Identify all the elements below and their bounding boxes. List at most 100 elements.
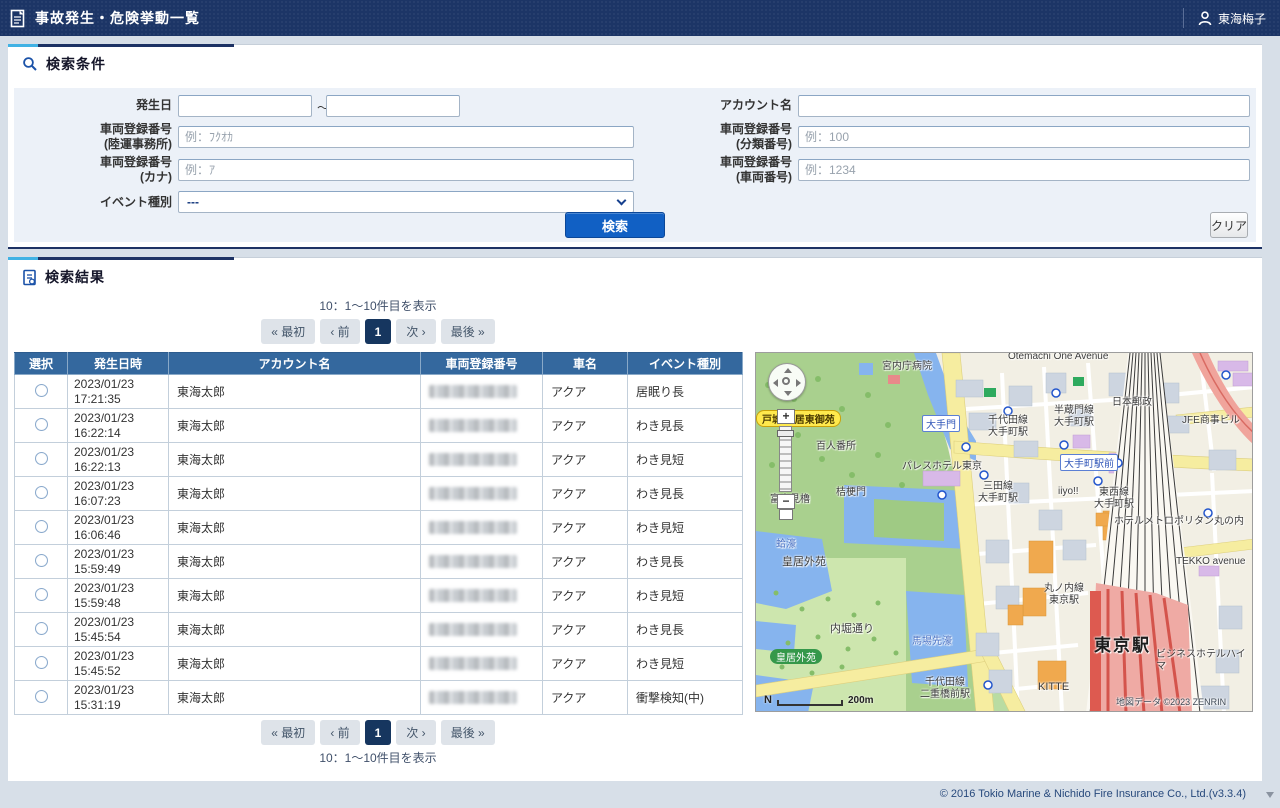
row-select-radio[interactable] bbox=[35, 384, 48, 397]
zoom-in-button[interactable]: + bbox=[777, 409, 795, 424]
map-zoom-control: + − bbox=[777, 409, 795, 520]
search-results-panel: 検索結果 10：1～10件目を表示 « 最初 ‹ 前 1 次 › 最後 » 選択… bbox=[8, 257, 1262, 781]
map-label: JFE商事ビル bbox=[1182, 415, 1240, 427]
row-select-radio[interactable] bbox=[35, 656, 48, 669]
pager-first-button[interactable]: « 最初 bbox=[261, 319, 315, 344]
zoom-out-button[interactable]: − bbox=[777, 494, 795, 509]
registration-kana-input[interactable] bbox=[178, 159, 634, 181]
map-label-imperial-east-garden: 戸城 皇居東御苑 bbox=[756, 410, 841, 427]
row-time: 15:45:52 bbox=[68, 664, 168, 679]
copyright-text: © 2016 Tokio Marine & Nichido Fire Insur… bbox=[940, 788, 1246, 800]
pan-up-arrow[interactable] bbox=[784, 368, 792, 373]
registration-office-input[interactable] bbox=[178, 126, 634, 148]
clear-button[interactable]: クリア bbox=[1210, 212, 1248, 238]
col-header-car: 車名 bbox=[543, 353, 628, 375]
row-car: アクア bbox=[543, 443, 628, 477]
row-account: 東海太郎 bbox=[169, 443, 421, 477]
map-label: 百人番所 bbox=[816, 441, 856, 453]
app-header: 事故発生・危険挙動一覧 東海梅子 bbox=[0, 0, 1280, 36]
label-registration-office: 車両登録番号 (陸運事務所) bbox=[54, 122, 172, 152]
map-label: 宮内庁病院 bbox=[882, 361, 932, 373]
pager-last-button[interactable]: 最後 » bbox=[441, 319, 495, 344]
pager-prev-button[interactable]: ‹ 前 bbox=[320, 720, 359, 745]
label-occurrence-date: 発生日 bbox=[54, 98, 172, 113]
col-header-registration: 車両登録番号 bbox=[421, 353, 543, 375]
scale-line bbox=[777, 700, 843, 706]
row-time: 16:22:13 bbox=[68, 460, 168, 475]
row-select-radio[interactable] bbox=[35, 418, 48, 431]
row-select-radio[interactable] bbox=[35, 622, 48, 635]
row-time: 15:31:19 bbox=[68, 698, 168, 713]
row-car: アクア bbox=[543, 409, 628, 443]
map-label: Otemachi One Avenue bbox=[1008, 352, 1108, 363]
row-time: 15:45:54 bbox=[68, 630, 168, 645]
chevron-down-icon bbox=[617, 196, 627, 206]
row-select-radio[interactable] bbox=[35, 588, 48, 601]
user-menu[interactable]: 東海梅子 bbox=[1183, 0, 1266, 36]
pager-prev-button[interactable]: ‹ 前 bbox=[320, 319, 359, 344]
pan-right-arrow[interactable] bbox=[796, 379, 801, 387]
table-row: 2023/01/2316:07:23 東海太郎 アクア わき見長 bbox=[15, 477, 743, 511]
table-header-row: 選択 発生日時 アカウント名 車両登録番号 車名 イベント種別 bbox=[15, 353, 743, 375]
table-row: 2023/01/2315:59:48 東海太郎 アクア わき見短 bbox=[15, 579, 743, 613]
pan-down-arrow[interactable] bbox=[784, 391, 792, 396]
row-select-radio[interactable] bbox=[35, 520, 48, 533]
zoom-reset-button[interactable] bbox=[779, 509, 793, 520]
col-header-event: イベント種別 bbox=[628, 353, 743, 375]
date-to-input[interactable] bbox=[326, 95, 460, 117]
row-time: 16:07:23 bbox=[68, 494, 168, 509]
north-indicator: N bbox=[764, 694, 772, 706]
map-label: 蛤濠 bbox=[776, 539, 796, 551]
row-date: 2023/01/23 bbox=[68, 683, 168, 698]
map-label-otemon: 大手門 bbox=[922, 415, 960, 432]
map-label: ホテルメトロポリタン丸の内 bbox=[1114, 516, 1244, 528]
row-car: アクア bbox=[543, 613, 628, 647]
zoom-slider-handle[interactable] bbox=[777, 430, 794, 437]
row-car: アクア bbox=[543, 477, 628, 511]
row-select-radio[interactable] bbox=[35, 452, 48, 465]
row-date: 2023/01/23 bbox=[68, 479, 168, 494]
pager-last-button[interactable]: 最後 » bbox=[441, 720, 495, 745]
row-time: 16:22:14 bbox=[68, 426, 168, 441]
map-label: iiyo!! bbox=[1058, 486, 1079, 498]
registration-redacted bbox=[429, 589, 517, 602]
registration-redacted bbox=[429, 691, 517, 704]
registration-number-input[interactable] bbox=[798, 159, 1250, 181]
row-account: 東海太郎 bbox=[169, 647, 421, 681]
row-time: 15:59:49 bbox=[68, 562, 168, 577]
search-button[interactable]: 検索 bbox=[565, 212, 665, 238]
event-type-selected-value: --- bbox=[187, 195, 199, 209]
row-select-radio[interactable] bbox=[35, 690, 48, 703]
row-account: 東海太郎 bbox=[169, 511, 421, 545]
map-label-tokyo-station: 東京駅 bbox=[1094, 636, 1151, 656]
results-table: 選択 発生日時 アカウント名 車両登録番号 車名 イベント種別 2023/01/… bbox=[14, 352, 743, 715]
table-row: 2023/01/2316:22:13 東海太郎 アクア わき見短 bbox=[15, 443, 743, 477]
row-event: わき見短 bbox=[628, 443, 743, 477]
date-from-input[interactable] bbox=[178, 95, 312, 117]
row-date: 2023/01/23 bbox=[68, 615, 168, 630]
row-account: 東海太郎 bbox=[169, 681, 421, 715]
pager-next-button[interactable]: 次 › bbox=[396, 720, 435, 745]
map-label: 日本郵政 bbox=[1112, 397, 1152, 409]
table-row: 2023/01/2315:59:49 東海太郎 アクア わき見長 bbox=[15, 545, 743, 579]
pager-page-1-button[interactable]: 1 bbox=[365, 720, 392, 745]
registration-class-input[interactable] bbox=[798, 126, 1250, 148]
scrollbar-down-arrow[interactable] bbox=[1266, 792, 1274, 798]
row-select-radio[interactable] bbox=[35, 486, 48, 499]
pan-left-arrow[interactable] bbox=[773, 379, 778, 387]
registration-redacted bbox=[429, 657, 517, 670]
zoom-slider-track[interactable] bbox=[779, 426, 792, 492]
pager-next-button[interactable]: 次 › bbox=[396, 319, 435, 344]
pan-center-button[interactable] bbox=[782, 377, 790, 385]
pager-page-1-button[interactable]: 1 bbox=[365, 319, 392, 344]
row-event: わき見短 bbox=[628, 647, 743, 681]
account-name-input[interactable] bbox=[798, 95, 1250, 117]
row-car: アクア bbox=[543, 647, 628, 681]
event-type-select[interactable]: --- bbox=[178, 191, 634, 213]
map[interactable]: Otemachi One Avenue 宮内庁病院 戸城 皇居東御苑 大手門 百… bbox=[755, 352, 1253, 712]
pagination-top: « 最初 ‹ 前 1 次 › 最後 » bbox=[14, 319, 742, 344]
pager-first-button[interactable]: « 最初 bbox=[261, 720, 315, 745]
registration-redacted bbox=[429, 487, 517, 500]
map-pan-control[interactable] bbox=[768, 363, 806, 401]
row-select-radio[interactable] bbox=[35, 554, 48, 567]
